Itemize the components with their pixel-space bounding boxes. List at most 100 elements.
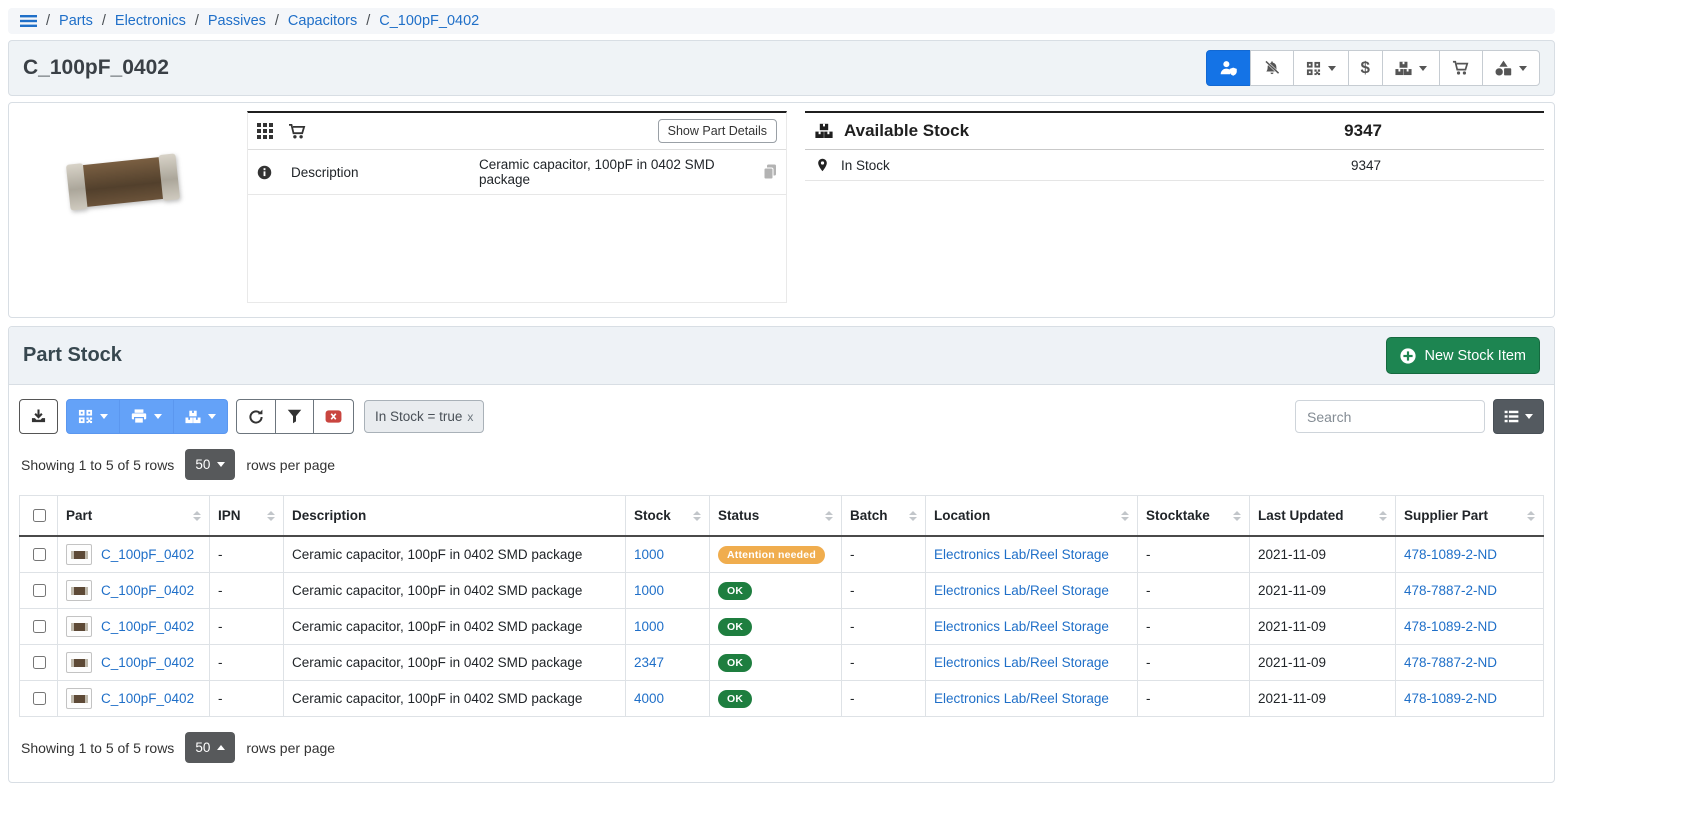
table-barcode-actions-button[interactable] [66,399,120,434]
chevron-up-icon [217,745,225,750]
part-link[interactable]: C_100pF_0402 [101,619,194,634]
location-link[interactable]: Electronics Lab/Reel Storage [934,619,1109,634]
table-row: C_100pF_0402 - Ceramic capacitor, 100pF … [20,609,1544,645]
chevron-down-icon [1419,66,1427,71]
part-actions-button[interactable] [1482,50,1540,86]
part-thumbnail [66,652,92,673]
part-link[interactable]: C_100pF_0402 [101,583,194,598]
stocktake-cell: - [1138,536,1250,573]
sort-icon [825,511,833,521]
sort-icon [1233,511,1241,521]
supplier-part-link[interactable]: 478-1089-2-ND [1404,547,1497,562]
notifications-button[interactable] [1250,50,1294,86]
supplier-part-link[interactable]: 478-1089-2-ND [1404,691,1497,706]
refresh-button[interactable] [236,399,276,434]
boxes-icon [185,410,201,424]
page-size-button[interactable]: 50 [185,449,235,480]
table-row: C_100pF_0402 - Ceramic capacitor, 100pF … [20,573,1544,609]
column-header-last-updated[interactable]: Last Updated [1250,496,1396,537]
part-stock-title: Part Stock [23,344,122,367]
filter-button[interactable] [275,399,314,434]
column-header-ipn[interactable]: IPN [210,496,284,537]
menu-icon[interactable] [20,14,37,28]
breadcrumb-item-parts[interactable]: Parts [59,13,93,29]
available-stock-title: Available Stock [844,121,969,141]
breadcrumb: / Parts / Electronics / Passives / Capac… [8,8,1555,34]
description-cell: Ceramic capacitor, 100pF in 0402 SMD pac… [284,681,626,717]
stock-link[interactable]: 1000 [634,547,664,562]
page-size-button[interactable]: 50 [185,732,235,763]
export-button[interactable] [19,399,58,434]
column-header-batch[interactable]: Batch [842,496,926,537]
row-checkbox[interactable] [33,692,46,705]
part-link[interactable]: C_100pF_0402 [101,655,194,670]
qrcode-icon [78,409,93,424]
barcode-actions-button[interactable] [1293,50,1349,86]
print-actions-button[interactable] [119,399,174,434]
new-stock-item-button[interactable]: New Stock Item [1386,337,1540,374]
status-badge: OK [718,654,752,672]
column-header-location[interactable]: Location [926,496,1138,537]
rows-per-page-text: rows per page [246,457,335,473]
admin-button[interactable] [1206,50,1251,86]
stock-link[interactable]: 1000 [634,583,664,598]
supplier-part-link[interactable]: 478-1089-2-ND [1404,619,1497,634]
bell-slash-icon [1263,60,1281,76]
stock-link[interactable]: 2347 [634,655,664,670]
supplier-part-link[interactable]: 478-7887-2-ND [1404,655,1497,670]
order-actions-button[interactable] [1439,50,1483,86]
copy-icon[interactable] [763,164,777,180]
stock-link[interactable]: 1000 [634,619,664,634]
part-link[interactable]: C_100pF_0402 [101,691,194,706]
part-thumbnail [66,580,92,601]
sort-icon [267,511,275,521]
shapes-icon [1495,60,1512,76]
table-stock-actions-button[interactable] [173,399,228,434]
last-updated-cell: 2021-11-09 [1250,573,1396,609]
search-input[interactable] [1295,400,1485,433]
column-header-description[interactable]: Description [284,496,626,537]
show-part-details-button[interactable]: Show Part Details [658,119,777,143]
column-header-status[interactable]: Status [710,496,842,537]
remove-filter-icon[interactable]: x [467,410,473,424]
column-header-stock[interactable]: Stock [626,496,710,537]
select-all-checkbox[interactable] [33,509,46,522]
pricing-button[interactable]: $ [1348,50,1383,86]
part-stock-panel: Part Stock New Stock Item [8,326,1555,783]
row-checkbox[interactable] [33,548,46,561]
location-link[interactable]: Electronics Lab/Reel Storage [934,655,1109,670]
row-checkbox[interactable] [33,584,46,597]
cart-icon[interactable] [288,123,307,140]
stock-link[interactable]: 4000 [634,691,664,706]
location-link[interactable]: Electronics Lab/Reel Storage [934,583,1109,598]
status-badge: OK [718,618,752,636]
part-thumbnail [66,544,92,565]
breadcrumb-item-current-part[interactable]: C_100pF_0402 [379,13,479,29]
part-stock-body: In Stock = true x Showing 1 to 5 of 5 ro… [9,385,1554,782]
sort-icon [1121,511,1129,521]
column-header-supplier-part[interactable]: Supplier Part [1396,496,1544,537]
location-link[interactable]: Electronics Lab/Reel Storage [934,691,1109,706]
breadcrumb-item-electronics[interactable]: Electronics [115,13,186,29]
stock-table: Part IPN Description Stock Status Batch … [19,495,1544,717]
breadcrumb-item-capacitors[interactable]: Capacitors [288,13,357,29]
page: / Parts / Electronics / Passives / Capac… [8,8,1555,783]
part-link[interactable]: C_100pF_0402 [101,547,194,562]
row-checkbox[interactable] [33,620,46,633]
column-header-stocktake[interactable]: Stocktake [1138,496,1250,537]
clear-filters-button[interactable] [313,399,354,434]
sort-icon [693,511,701,521]
stock-actions-button[interactable] [1382,50,1440,86]
part-image[interactable] [17,111,229,303]
location-link[interactable]: Electronics Lab/Reel Storage [934,547,1109,562]
breadcrumb-item-passives[interactable]: Passives [208,13,266,29]
row-checkbox[interactable] [33,656,46,669]
batch-cell: - [842,681,926,717]
supplier-part-link[interactable]: 478-7887-2-ND [1404,583,1497,598]
batch-cell: - [842,609,926,645]
column-header-part[interactable]: Part [58,496,210,537]
grid-icon[interactable] [257,123,273,139]
filter-group [236,399,354,434]
column-select-button[interactable] [1493,399,1544,434]
boxes-icon [815,123,833,139]
